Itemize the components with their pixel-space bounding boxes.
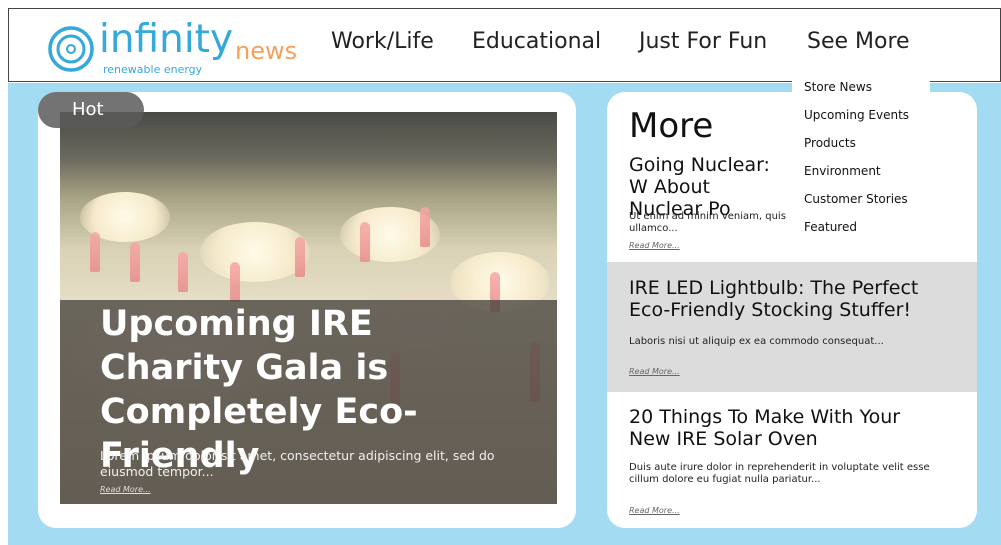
image-detail xyxy=(200,222,310,282)
article-read-more-link[interactable]: Read More... xyxy=(629,367,680,376)
image-detail xyxy=(90,232,100,272)
logo-tagline: renewable energy xyxy=(103,63,203,76)
article-excerpt: Duis aute irure dolor in reprehenderit i… xyxy=(629,462,930,485)
image-detail xyxy=(295,237,305,277)
dropdown-item-customer-stories[interactable]: Customer Stories xyxy=(804,192,908,206)
image-detail xyxy=(230,262,240,302)
image-detail xyxy=(178,252,188,292)
featured-excerpt: Lorem ipsum dolor sit amet, consectetur … xyxy=(100,448,495,479)
logo-section: news xyxy=(235,37,298,65)
dropdown-item-featured[interactable]: Featured xyxy=(804,220,857,234)
nav-item-see-more[interactable]: See More xyxy=(807,29,910,54)
more-heading: More xyxy=(629,106,714,146)
nav-item-work-life[interactable]: Work/Life xyxy=(331,29,434,54)
hot-badge: Hot xyxy=(38,92,144,128)
dropdown-item-products[interactable]: Products xyxy=(804,136,856,150)
logo[interactable]: infinity renewable energy news xyxy=(47,17,317,81)
image-detail xyxy=(420,207,430,247)
image-detail xyxy=(360,222,370,262)
article-title[interactable]: IRE LED Lightbulb: The Perfect Eco-Frien… xyxy=(629,277,929,321)
article-excerpt: Laboris nisi ut aliquip ex ea commodo co… xyxy=(629,336,884,347)
nav-item-educational[interactable]: Educational xyxy=(472,29,601,54)
site-header: infinity renewable energy news Work/Life… xyxy=(8,8,1001,82)
featured-read-more-link[interactable]: Read More... xyxy=(100,485,151,494)
see-more-dropdown xyxy=(792,72,930,244)
nav-item-just-for-fun[interactable]: Just For Fun xyxy=(639,29,767,54)
article-excerpt: Ut enim ad minim veniam, quis ullamco... xyxy=(629,211,786,234)
dropdown-item-store-news[interactable]: Store News xyxy=(804,80,872,94)
dropdown-item-upcoming-events[interactable]: Upcoming Events xyxy=(804,108,909,122)
logo-ring-icon xyxy=(48,26,94,72)
dropdown-item-environment[interactable]: Environment xyxy=(804,164,881,178)
article-title[interactable]: 20 Things To Make With Your New IRE Sola… xyxy=(629,406,929,450)
article-read-more-link[interactable]: Read More... xyxy=(629,506,680,515)
logo-word: infinity xyxy=(99,17,234,62)
article-read-more-link[interactable]: Read More... xyxy=(629,241,680,250)
image-detail xyxy=(130,242,140,282)
